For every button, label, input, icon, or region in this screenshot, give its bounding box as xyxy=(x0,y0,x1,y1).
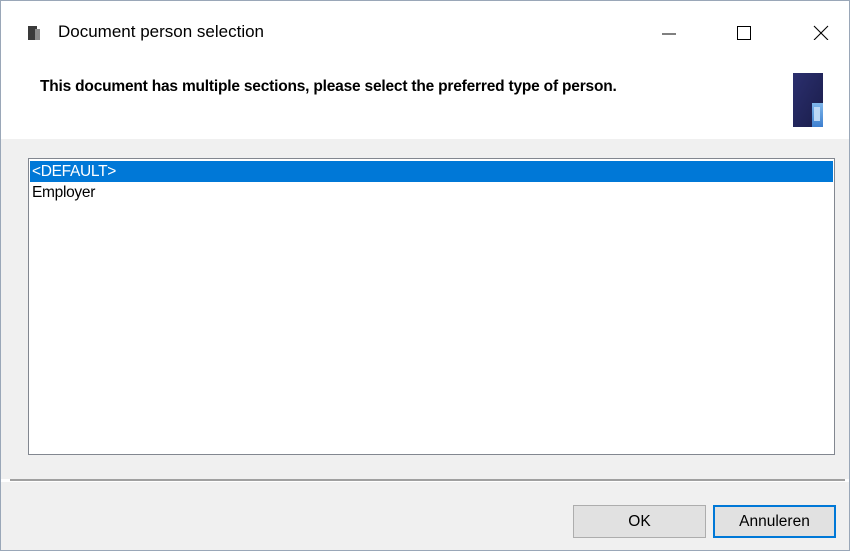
maximize-button[interactable] xyxy=(714,1,774,63)
title-bar[interactable]: Document person selection xyxy=(1,1,849,65)
dialog-window: Document person selection This document … xyxy=(0,0,850,551)
ok-button[interactable]: OK xyxy=(573,505,706,538)
dialog-header: This document has multiple sections, ple… xyxy=(1,65,849,139)
close-icon xyxy=(813,25,829,40)
header-message: This document has multiple sections, ple… xyxy=(40,78,617,95)
minimize-icon xyxy=(662,33,676,35)
document-app-icon xyxy=(28,26,40,40)
close-button[interactable] xyxy=(791,1,849,63)
minimize-button[interactable] xyxy=(639,1,699,63)
window-title: Document person selection xyxy=(58,22,265,41)
button-bar: OK Annuleren xyxy=(1,482,849,550)
list-item-employer[interactable]: Employer xyxy=(30,182,833,203)
person-type-listbox[interactable]: <DEFAULT> Employer xyxy=(28,158,835,455)
maximize-icon xyxy=(737,26,751,40)
cancel-button[interactable]: Annuleren xyxy=(713,505,836,538)
content-panel: <DEFAULT> Employer xyxy=(1,139,849,479)
document-banner-icon xyxy=(793,73,823,127)
list-item-default[interactable]: <DEFAULT> xyxy=(30,161,833,182)
